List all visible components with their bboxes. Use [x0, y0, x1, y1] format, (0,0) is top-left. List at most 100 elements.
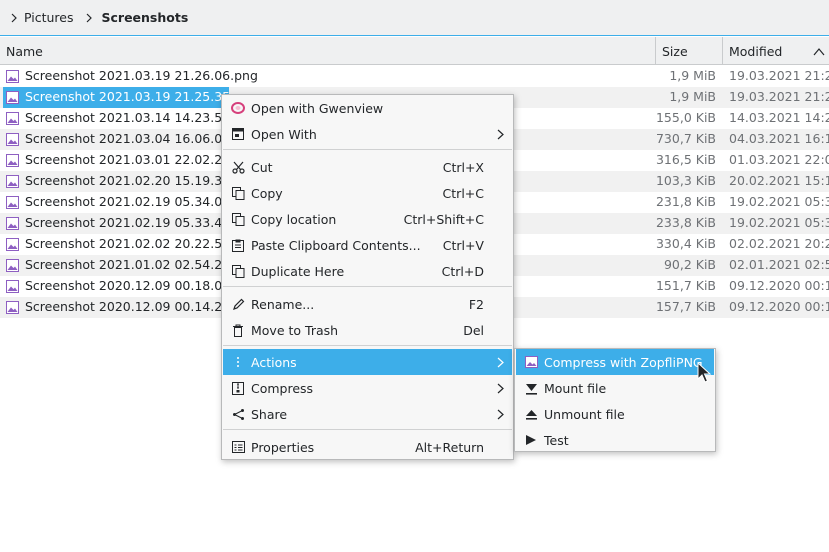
file-size: 103,3 KiB [655, 173, 716, 188]
menu-item-mount-file[interactable]: Mount file [516, 375, 714, 401]
menu-separator [223, 345, 512, 346]
image-icon [524, 355, 538, 369]
menu-item-label: Unmount file [544, 407, 625, 422]
file-modified: 20.02.2021 15:19 [729, 173, 829, 188]
copy-icon [231, 186, 245, 200]
properties-icon [231, 440, 245, 454]
menu-item-copy-location[interactable]: Copy location Ctrl+Shift+C [223, 206, 512, 232]
column-header-modified[interactable]: Modified [723, 37, 829, 65]
menu-item-unmount-file[interactable]: Unmount file [516, 401, 714, 427]
menu-item-share[interactable]: Share [223, 401, 512, 427]
menu-item-rename[interactable]: Rename... F2 [223, 291, 512, 317]
menu-item-compress[interactable]: Compress [223, 375, 512, 401]
column-header-size-label: Size [662, 43, 688, 59]
image-file-icon [6, 175, 19, 188]
file-size: 1,9 MiB [669, 68, 716, 83]
file-modified: 19.03.2021 21:26 [729, 68, 829, 83]
file-name: Screenshot 2021.03.19 21.26.06.png [25, 68, 258, 83]
image-file-icon [6, 91, 19, 104]
menu-item-label: Actions [251, 355, 297, 370]
image-file-icon [6, 217, 19, 230]
menu-item-label: Copy [251, 186, 283, 201]
chevron-right-icon [497, 356, 504, 371]
file-size: 231,8 KiB [655, 194, 716, 209]
menu-item-shortcut: F2 [468, 297, 484, 312]
menu-item-move-to-trash[interactable]: Move to Trash Del [223, 317, 512, 343]
copy-icon [231, 212, 245, 226]
column-header-name[interactable]: Name [0, 37, 656, 65]
menu-item-label: Cut [251, 160, 273, 175]
menu-item-copy[interactable]: Copy Ctrl+C [223, 180, 512, 206]
menu-item-shortcut: Ctrl+Shift+C [403, 212, 484, 227]
image-file-icon [6, 133, 19, 146]
menu-item-shortcut: Ctrl+V [442, 238, 484, 253]
file-modified: 02.01.2021 02:57 [729, 257, 829, 272]
menu-item-shortcut: Ctrl+C [442, 186, 484, 201]
gwenview-icon [231, 101, 245, 115]
menu-item-label: Rename... [251, 297, 315, 312]
menu-item-label: Open With [251, 127, 317, 142]
file-modified: 02.02.2021 20:22 [729, 236, 829, 251]
menu-item-label: Properties [251, 440, 315, 455]
file-modified: 14.03.2021 14:24 [729, 110, 829, 125]
menu-item-duplicate-here[interactable]: Duplicate Here Ctrl+D [223, 258, 512, 284]
column-header-size[interactable]: Size [656, 37, 723, 65]
column-header-name-label: Name [6, 43, 43, 59]
scissors-icon [231, 160, 245, 174]
menu-item-paste[interactable]: Paste Clipboard Contents... Ctrl+V [223, 232, 512, 258]
duplicate-icon [231, 264, 245, 278]
file-modified: 09.12.2020 00:15 [729, 299, 829, 314]
table-row[interactable]: Screenshot 2021.03.19 21.26.06.png 1,9 M… [0, 66, 829, 87]
column-header: Name Size Modified [0, 37, 829, 65]
mount-icon [524, 381, 538, 395]
file-name: Screenshot 2021.03.19 21.25.35.pn [25, 89, 250, 104]
menu-item-cut[interactable]: Cut Ctrl+X [223, 154, 512, 180]
menu-item-label: Duplicate Here [251, 264, 345, 279]
chevron-right-icon [497, 382, 504, 397]
clipboard-icon [231, 238, 245, 252]
image-file-icon [6, 154, 19, 167]
menu-item-label: Compress [251, 381, 314, 396]
trash-icon [231, 323, 245, 337]
actions-submenu: Compress with ZopfliPNG Mount file Unmou… [514, 348, 716, 452]
menu-item-label: Mount file [544, 381, 607, 396]
menu-item-open-with[interactable]: Open With [223, 121, 512, 147]
menu-separator [223, 286, 512, 287]
file-size: 316,5 KiB [655, 152, 716, 167]
file-size: 155,0 KiB [655, 110, 716, 125]
share-icon [231, 407, 245, 421]
menu-item-actions[interactable]: Actions [223, 349, 512, 375]
file-modified: 19.02.2021 05:33 [729, 215, 829, 230]
image-file-icon [6, 196, 19, 209]
more-vertical-icon [231, 355, 245, 369]
menu-item-shortcut: Del [463, 323, 484, 338]
menu-item-properties[interactable]: Properties Alt+Return [223, 434, 512, 460]
chevron-right-icon [497, 128, 504, 143]
menu-item-label: Open with Gwenview [251, 101, 384, 116]
breadcrumb-item-screenshots[interactable]: Screenshots [102, 10, 189, 25]
menu-separator [223, 429, 512, 430]
chevron-right-icon [497, 408, 504, 423]
breadcrumb-item-pictures[interactable]: Pictures [24, 10, 74, 25]
file-modified: 19.03.2021 21:25 [729, 89, 829, 104]
image-file-icon [6, 70, 19, 83]
menu-item-label: Move to Trash [251, 323, 339, 338]
archive-icon [231, 381, 245, 395]
mouse-cursor-icon [697, 361, 712, 387]
file-modified: 04.03.2021 16:12 [729, 131, 829, 146]
menu-item-label: Test [544, 433, 569, 448]
menu-item-compress-with-zopflipng[interactable]: Compress with ZopfliPNG [516, 349, 714, 375]
image-file-icon [6, 280, 19, 293]
menu-item-open-with-gwenview[interactable]: Open with Gwenview [223, 95, 512, 121]
play-icon [524, 433, 538, 447]
file-size: 730,7 KiB [655, 131, 716, 146]
file-size: 157,7 KiB [655, 299, 716, 314]
column-header-modified-label: Modified [729, 43, 783, 59]
file-size: 330,4 KiB [655, 236, 716, 251]
chevron-right-icon [7, 11, 21, 25]
menu-item-shortcut: Ctrl+X [442, 160, 484, 175]
menu-item-test[interactable]: Test [516, 427, 714, 453]
menu-item-label: Compress with ZopfliPNG [544, 355, 703, 370]
menu-separator [223, 149, 512, 150]
menu-item-label: Copy location [251, 212, 337, 227]
